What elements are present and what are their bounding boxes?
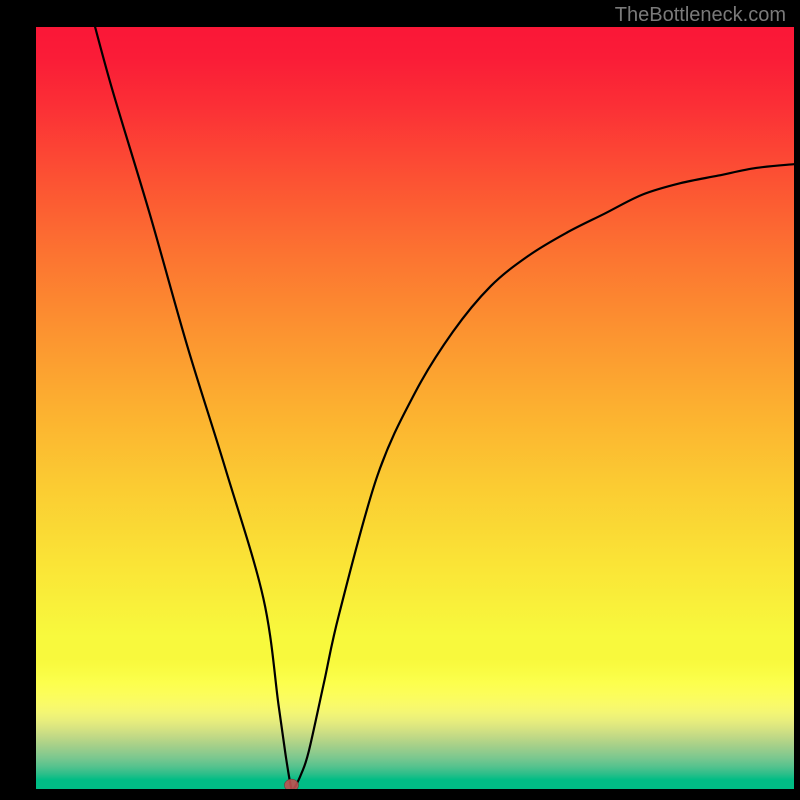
watermark-text: TheBottleneck.com (615, 4, 786, 27)
plot-background (36, 27, 794, 789)
chart-container: TheBottleneck.com (0, 0, 800, 800)
chart-svg (0, 0, 800, 800)
